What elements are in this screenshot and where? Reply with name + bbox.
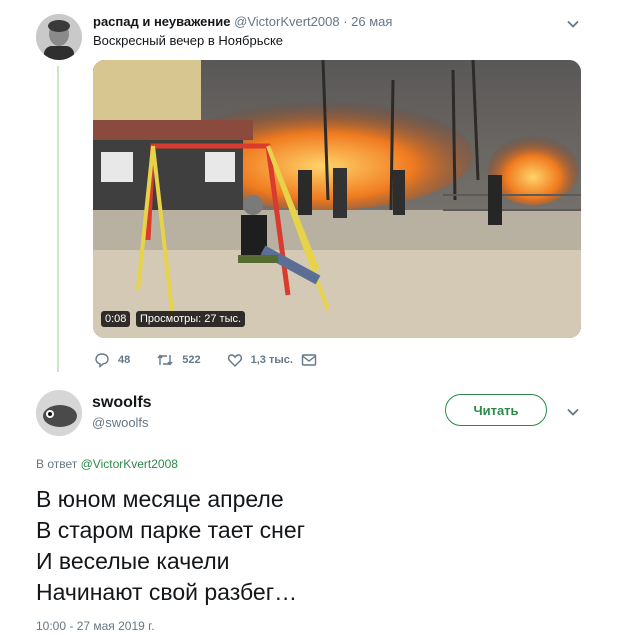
- author-name[interactable]: swoolfs: [92, 394, 152, 412]
- avatar-photo-icon: [36, 390, 82, 436]
- reply-to-link[interactable]: @VictorKvert2008: [81, 457, 178, 471]
- tweet-author-line[interactable]: распад и неуважение @VictorKvert2008 · 2…: [93, 14, 392, 29]
- author-handle[interactable]: @VictorKvert2008: [234, 14, 339, 29]
- reply-count: 48: [118, 354, 131, 366]
- author-avatar[interactable]: [36, 390, 82, 436]
- tweet-actions: 48 522 1,3 тыс.: [94, 352, 317, 368]
- like-count: 1,3 тыс.: [250, 354, 293, 366]
- video-player[interactable]: 0:08 Просмотры: 27 тыс.: [93, 60, 581, 338]
- tweet-text: Воскресный вечер в Ноябрьске: [93, 33, 284, 48]
- poem-line: Начинают свой разбег…: [36, 579, 298, 605]
- video-duration-badge: 0:08: [101, 311, 131, 327]
- tweet-date[interactable]: · 26 мая: [343, 14, 392, 29]
- thread-connector-line: [57, 66, 59, 372]
- like-action[interactable]: 1,3 тыс.: [227, 352, 293, 368]
- video-thumbnail: [93, 60, 581, 338]
- tweet-text: В юном месяце апреле В старом парке тает…: [36, 484, 305, 608]
- author-handle[interactable]: @swoolfs: [92, 415, 149, 430]
- tweet-timestamp[interactable]: 10:00 - 27 мая 2019 г.: [36, 619, 154, 633]
- chevron-down-icon[interactable]: [566, 405, 580, 419]
- author-avatar[interactable]: [36, 14, 82, 60]
- reply-prefix: В ответ: [36, 457, 78, 471]
- poem-line: В старом парке тает снег: [36, 517, 306, 543]
- chevron-down-icon[interactable]: [566, 17, 580, 31]
- poem-line: И веселые качели: [36, 548, 230, 574]
- follow-button[interactable]: Читать: [445, 394, 547, 426]
- retweet-count: 522: [182, 354, 201, 366]
- avatar-photo-icon: [36, 14, 82, 60]
- retweet-action[interactable]: 522: [156, 352, 201, 368]
- author-name[interactable]: распад и неуважение: [93, 14, 231, 29]
- reply-icon: [95, 353, 109, 368]
- reply-action[interactable]: 48: [94, 352, 130, 368]
- heart-icon: [227, 354, 242, 367]
- video-views-badge: Просмотры: 27 тыс.: [136, 311, 246, 327]
- retweet-icon: [157, 354, 173, 366]
- reply-context: В ответ @VictorKvert2008: [36, 457, 178, 471]
- direct-message-icon[interactable]: [301, 352, 317, 368]
- poem-line: В юном месяце апреле: [36, 486, 284, 512]
